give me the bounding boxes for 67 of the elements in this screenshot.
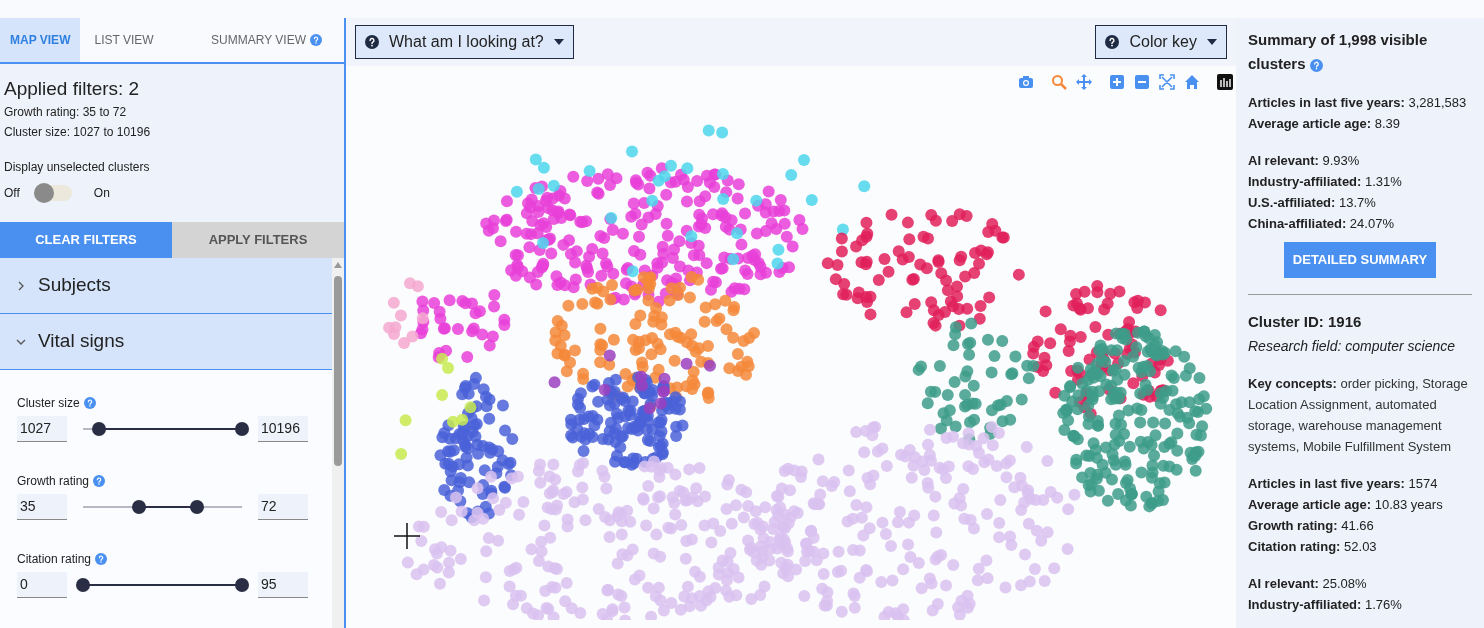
stat-line: AI relevant: 9.93% xyxy=(1248,152,1361,170)
help-icon[interactable] xyxy=(93,475,106,487)
pan-icon[interactable] xyxy=(1076,74,1092,90)
scroll-up-icon[interactable] xyxy=(334,262,342,268)
help-icon[interactable] xyxy=(1309,58,1323,72)
caret-icon xyxy=(1207,39,1217,45)
max-value-field[interactable]: 72 xyxy=(258,494,308,520)
cluster-title: Cluster ID: 1916 xyxy=(1248,312,1363,332)
key-concepts: Key concepts: order picking, Storage Location Assignment, automated storage, warehouse management systems, Mobile Fulfillment System xyxy=(1248,374,1469,456)
slider-thumb[interactable] xyxy=(235,578,249,592)
view-tab[interactable]: SUMMARY VIEW xyxy=(197,18,336,62)
research-field: Research field: computer science xyxy=(1248,335,1472,357)
on-label: On xyxy=(93,185,110,202)
crosshair-cursor-icon xyxy=(394,523,420,549)
applied-filters-title: Applied filters: 2 xyxy=(4,77,141,101)
slider-label: Citation rating xyxy=(17,551,92,568)
off-label: Off xyxy=(4,185,20,202)
stat-line: U.S.-affiliated: 13.7% xyxy=(1248,194,1377,212)
scrollbar[interactable] xyxy=(332,258,344,628)
max-value-field[interactable]: 95 xyxy=(258,572,308,598)
filter-summary: Cluster size: 1027 to 10196 xyxy=(4,124,152,141)
help-icon[interactable] xyxy=(95,553,108,565)
stat-line: Average article age: 10.83 years xyxy=(1248,495,1444,514)
stat-line: Articles in last five years: 1574 xyxy=(1248,474,1439,493)
stat-line: Growth rating: 41.66 xyxy=(1248,516,1375,535)
explainer-dropdown[interactable]: What am I looking at? xyxy=(355,25,574,59)
stat-line: Citation rating: 52.03 xyxy=(1248,537,1378,556)
zoom-out-icon[interactable] xyxy=(1134,74,1150,90)
slider-thumb[interactable] xyxy=(91,422,106,436)
help-icon xyxy=(365,35,379,49)
stat-line: Articles in last five years: 3,281,583 xyxy=(1248,94,1468,112)
slider-thumb[interactable] xyxy=(190,500,205,514)
help-icon xyxy=(1105,35,1120,49)
min-value-field[interactable]: 35 xyxy=(17,494,67,520)
help-icon[interactable] xyxy=(83,397,96,409)
home-icon[interactable] xyxy=(1184,74,1200,90)
slider-label: Growth rating xyxy=(17,473,90,490)
zoom-in-icon[interactable] xyxy=(1109,74,1125,90)
max-value-field[interactable]: 10196 xyxy=(258,416,308,442)
autoscale-icon[interactable] xyxy=(1159,74,1175,90)
section-header[interactable]: Vital signs xyxy=(0,314,332,370)
chevron-right-icon xyxy=(16,280,26,291)
stat-line: China-affiliated: 24.07% xyxy=(1248,215,1395,233)
caret-icon xyxy=(553,39,564,45)
slider-thumb[interactable] xyxy=(76,578,90,592)
stat-line: Average article age: 8.39 xyxy=(1248,115,1402,133)
min-value-field[interactable]: 1027 xyxy=(17,416,67,442)
slider-thumb[interactable] xyxy=(235,422,249,436)
slider-label: Cluster size xyxy=(17,395,80,412)
help-icon[interactable] xyxy=(310,34,322,46)
zoom-icon[interactable] xyxy=(1051,74,1067,90)
toggle-label: Display unselected clusters xyxy=(4,159,151,176)
min-value-field[interactable]: 0 xyxy=(17,572,67,598)
stat-line: AI relevant: 25.08% xyxy=(1248,574,1368,593)
slider-thumb[interactable] xyxy=(131,500,146,514)
filter-summary: Growth rating: 35 to 72 xyxy=(4,104,128,121)
chart-logo-icon[interactable] xyxy=(1217,74,1233,90)
stat-line: Industry-affiliated: 1.76% xyxy=(1248,595,1403,614)
camera-icon[interactable] xyxy=(1018,74,1034,90)
section-header[interactable]: Subjects xyxy=(0,258,332,314)
stat-line: Industry-affiliated: 1.31% xyxy=(1248,173,1403,191)
view-tab[interactable]: LIST VIEW xyxy=(80,18,168,62)
apply-filters-button[interactable]: APPLY FILTERS xyxy=(172,222,344,258)
color-key-dropdown[interactable]: Color key xyxy=(1095,25,1227,59)
range-slider[interactable] xyxy=(76,578,249,592)
display-toggle[interactable] xyxy=(33,185,72,201)
summary-title: Summary of 1,998 visible clusters xyxy=(1248,30,1429,74)
